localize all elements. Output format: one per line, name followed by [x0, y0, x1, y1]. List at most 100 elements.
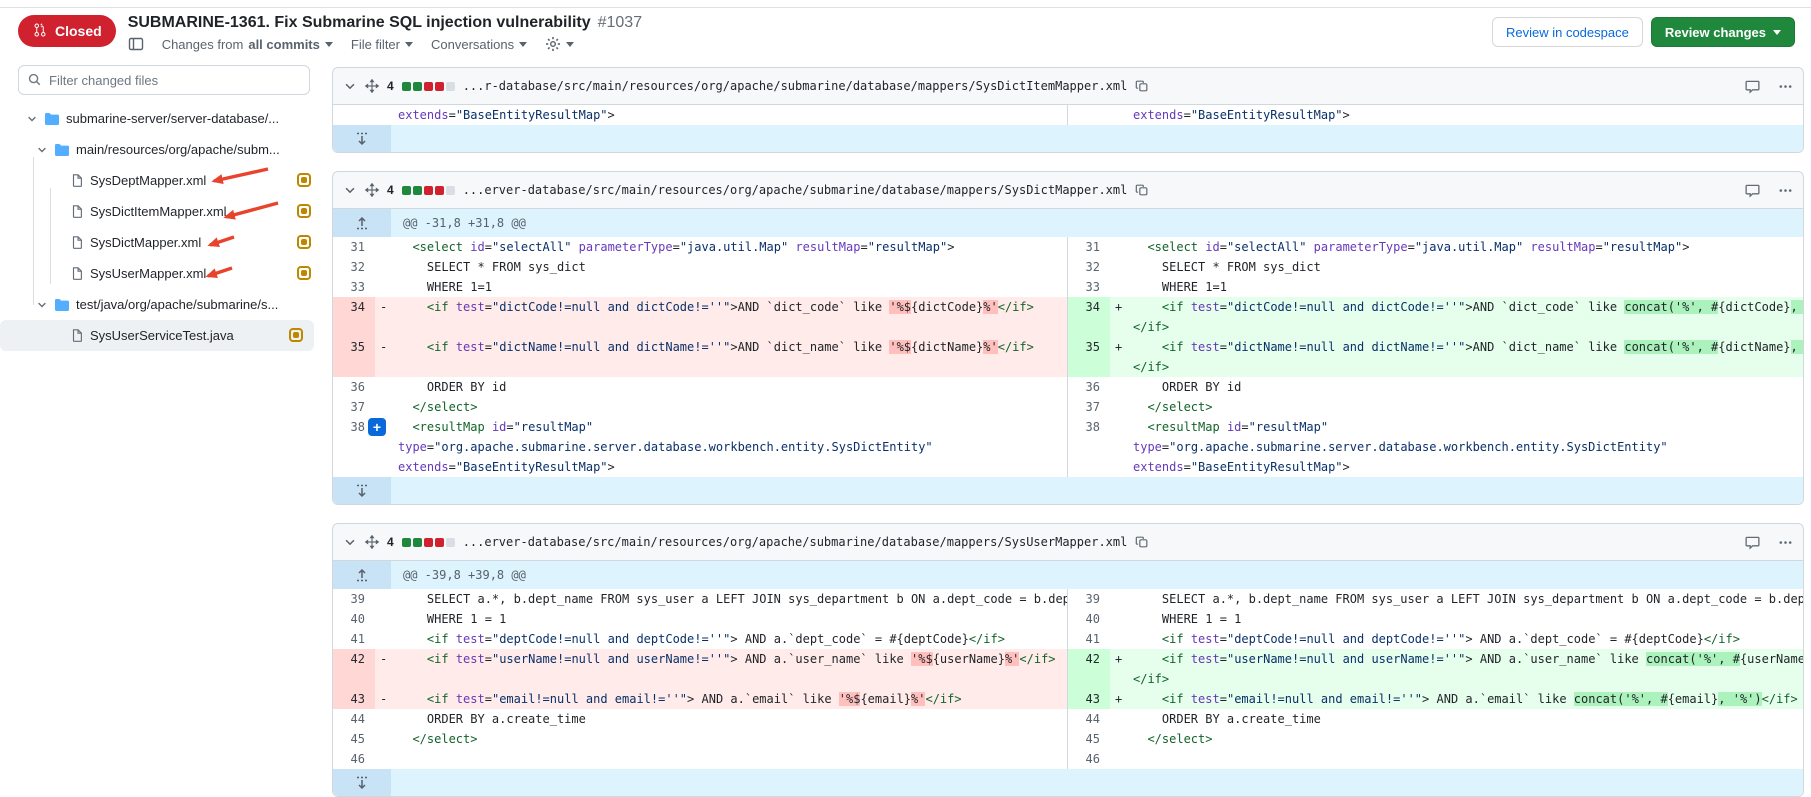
diffstat-squares	[402, 538, 455, 547]
tree-chevron-icon[interactable]	[36, 144, 48, 156]
files-toolbar: Changes from all commits File filter Con…	[128, 36, 1492, 52]
diff-row-right: 45 </select>	[1068, 729, 1803, 749]
line-number[interactable]: 36	[1068, 377, 1110, 397]
pr-status-label: Closed	[55, 23, 102, 39]
line-number[interactable]: 31	[1068, 237, 1110, 257]
line-number[interactable]: 35	[333, 337, 375, 377]
file-header: 4...r-database/src/main/resources/org/ap…	[333, 68, 1803, 105]
search-icon	[27, 72, 42, 92]
line-number[interactable]: 36	[333, 377, 375, 397]
review-changes-button[interactable]: Review changes	[1651, 17, 1795, 47]
chevron-down-icon[interactable]	[343, 535, 357, 549]
file-filter-label: File filter	[351, 37, 400, 52]
expand-up-button[interactable]	[333, 209, 391, 237]
expand-up-button[interactable]	[333, 561, 391, 589]
line-number[interactable]: 44	[1068, 709, 1110, 729]
code-line: </if>	[1133, 669, 1803, 689]
drag-handle-icon[interactable]	[365, 535, 379, 549]
line-number[interactable]: 34	[333, 297, 375, 337]
diff-left-context: 33 WHERE 1=1	[333, 277, 1068, 297]
line-number[interactable]: 39	[1068, 589, 1110, 609]
line-number[interactable]: 45	[1068, 729, 1110, 749]
code-cell: ORDER BY id	[1128, 377, 1803, 397]
tree-file-sysdictitemmapper-xml[interactable]: SysDictItemMapper.xml	[0, 196, 322, 227]
chevron-down-icon[interactable]	[343, 79, 357, 93]
line-number[interactable]: 33	[1068, 277, 1110, 297]
diff-row-left: 46	[333, 749, 1068, 769]
changes-from-dropdown[interactable]: Changes from all commits	[162, 37, 333, 52]
line-number[interactable]: 34	[1068, 297, 1110, 337]
expand-row-filler	[391, 477, 1803, 504]
diff-settings-dropdown[interactable]	[545, 36, 574, 52]
tree-chevron-icon[interactable]	[36, 299, 48, 311]
tree-chevron-icon[interactable]	[26, 113, 38, 125]
tree-file-sysdictmapper-xml[interactable]: SysDictMapper.xml	[0, 227, 322, 258]
comment-icon[interactable]	[1745, 183, 1760, 198]
line-number[interactable]: 41	[1068, 629, 1110, 649]
drag-handle-icon[interactable]	[365, 79, 379, 93]
expand-down-button[interactable]	[333, 769, 391, 796]
line-number[interactable]: 37	[1068, 397, 1110, 417]
line-number[interactable]: 31	[333, 237, 375, 257]
line-number[interactable]: 43	[1068, 689, 1110, 709]
file-filter-dropdown[interactable]: File filter	[351, 37, 413, 52]
review-in-codespace-button[interactable]: Review in codespace	[1492, 17, 1643, 47]
copy-icon[interactable]	[1135, 79, 1149, 93]
diff-row: 45 </select>45 </select>	[333, 729, 1803, 749]
sidebar-toggle-button[interactable]	[128, 36, 144, 52]
drag-handle-icon[interactable]	[365, 183, 379, 197]
kebab-icon[interactable]	[1778, 183, 1793, 198]
expand-down-button[interactable]	[333, 125, 391, 152]
diff-row: 33 WHERE 1=133 WHERE 1=1	[333, 277, 1803, 297]
add-comment-button[interactable]: +	[368, 418, 386, 436]
tree-folder-submarine-server-server-database-[interactable]: submarine-server/server-database/...	[0, 103, 322, 134]
code-line	[398, 749, 1067, 769]
line-number[interactable]: 41	[333, 629, 375, 649]
files-changed-content: submarine-server/server-database/...main…	[0, 57, 1811, 797]
line-number[interactable]: 38	[1068, 417, 1110, 477]
tree-folder-test-java-org-apache-submarine-s-[interactable]: test/java/org/apache/submarine/s...	[0, 289, 322, 320]
line-number[interactable]: 32	[1068, 257, 1110, 277]
conversations-dropdown[interactable]: Conversations	[431, 37, 527, 52]
line-number[interactable]: 46	[1068, 749, 1110, 769]
diff-row: extends="BaseEntityResultMap">extends="B…	[333, 105, 1803, 125]
diff-row-left: 36 ORDER BY id	[333, 377, 1068, 397]
line-number[interactable]	[333, 105, 375, 125]
chevron-down-icon[interactable]	[343, 183, 357, 197]
line-number[interactable]: 46	[333, 749, 375, 769]
review-changes-label: Review changes	[1665, 25, 1766, 40]
line-number[interactable]: 35	[1068, 337, 1110, 377]
hunk-row: @@ -31,8 +31,8 @@	[333, 209, 1803, 237]
tree-file-sysdeptmapper-xml[interactable]: SysDeptMapper.xml	[0, 165, 322, 196]
pr-header: Closed SUBMARINE-1361. Fix Submarine SQL…	[0, 0, 1811, 57]
diff-row-left: 38 <resultMap id="resultMap"type="org.ap…	[333, 417, 1068, 477]
tree-file-sysuserservicetest-java[interactable]: SysUserServiceTest.java	[0, 320, 314, 351]
line-number[interactable]: 40	[1068, 609, 1110, 629]
code-cell: <if test="email!=null and email!=''"> AN…	[393, 689, 1067, 709]
line-number[interactable]: 42	[333, 649, 375, 689]
comment-icon[interactable]	[1745, 79, 1760, 94]
line-number[interactable]: 33	[333, 277, 375, 297]
line-number[interactable]: 32	[333, 257, 375, 277]
diff-sign	[375, 749, 393, 769]
expand-down-button[interactable]	[333, 477, 391, 504]
line-number[interactable]: 45	[333, 729, 375, 749]
comment-icon[interactable]	[1745, 535, 1760, 550]
tree-folder-main-resources-org-apache-subm-[interactable]: main/resources/org/apache/subm...	[0, 134, 322, 165]
line-number[interactable]: 42	[1068, 649, 1110, 689]
diff-sign	[1110, 709, 1128, 729]
line-number[interactable]: 43	[333, 689, 375, 709]
line-number[interactable]	[1068, 105, 1110, 125]
line-number[interactable]: 39	[333, 589, 375, 609]
tree-file-sysusermapper-xml[interactable]: SysUserMapper.xml	[0, 258, 322, 289]
copy-icon[interactable]	[1135, 183, 1149, 197]
line-number[interactable]: 40	[333, 609, 375, 629]
copy-icon[interactable]	[1135, 535, 1149, 549]
line-number[interactable]: 37	[333, 397, 375, 417]
filter-changed-files-input[interactable]	[18, 65, 310, 95]
kebab-icon[interactable]	[1778, 79, 1793, 94]
kebab-icon[interactable]	[1778, 535, 1793, 550]
line-number[interactable]: 44	[333, 709, 375, 729]
modified-square-icon	[297, 173, 311, 187]
diffstat-deletion-square	[435, 186, 444, 195]
